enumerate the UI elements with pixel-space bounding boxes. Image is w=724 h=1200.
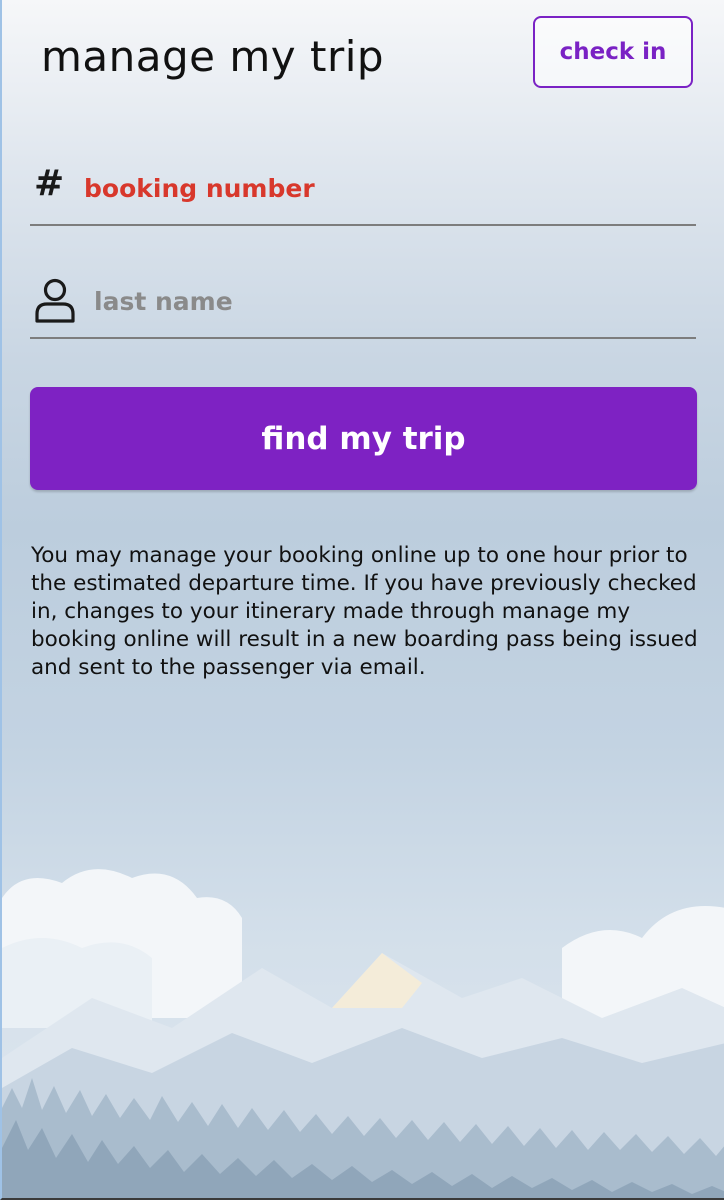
check-in-button[interactable]: check in [533,16,693,88]
hash-icon: # [34,163,65,204]
last-name-field[interactable] [30,265,696,339]
app-screen: manage my trip check in # find my trip Y… [0,0,724,1200]
booking-number-field[interactable]: # [30,152,696,226]
booking-number-input[interactable] [84,166,684,210]
person-icon [35,278,75,323]
mountain-landscape-illustration [2,869,724,1198]
find-my-trip-button[interactable]: find my trip [30,387,697,490]
last-name-input[interactable] [94,279,684,323]
booking-info-text: You may manage your booking online up to… [31,543,698,680]
page-title: manage my trip [41,32,385,81]
